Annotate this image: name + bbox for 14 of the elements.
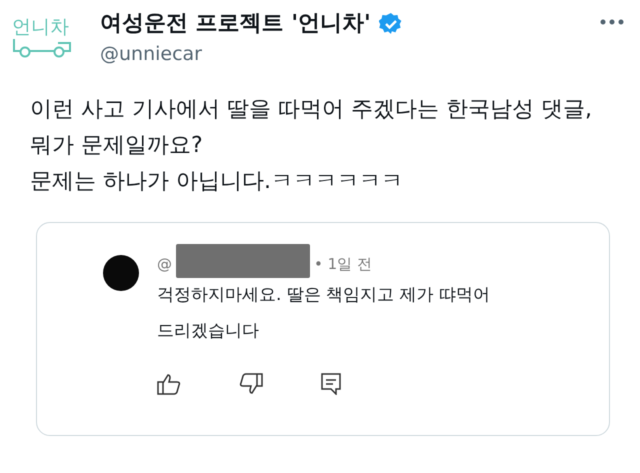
account-handle[interactable]: @unniecar xyxy=(100,42,586,65)
reply-icon[interactable] xyxy=(321,373,341,395)
logo-text: 언니차 xyxy=(12,18,69,36)
thumbs-up-icon[interactable] xyxy=(157,373,181,395)
thumbs-down-icon[interactable] xyxy=(239,373,263,395)
account-name: 여성운전 프로젝트 '언니차' xyxy=(100,10,371,38)
comment-time: • 1일 전 xyxy=(314,254,372,274)
tweet-text: 이런 사고 기사에서 딸을 따먹어 주겠다는 한국남성 댓글, 뭐가 문제일까요? xyxy=(30,96,593,160)
quoted-comment-card[interactable]: @ • 1일 전 걱정하지마세요. 딸은 책임지고 제가 땨먹어드리겠습니다 xyxy=(36,222,610,436)
avatar xyxy=(103,255,139,291)
comment-text: 걱정하지마세요. 딸은 책임지고 제가 땨먹어드리겠습니다 xyxy=(157,284,492,343)
tweet-text: 문제는 하나가 아닙니다.ㅋㅋㅋㅋㅋㅋ xyxy=(30,168,404,196)
comment-author: @ xyxy=(157,255,172,273)
more-icon[interactable] xyxy=(600,18,624,26)
